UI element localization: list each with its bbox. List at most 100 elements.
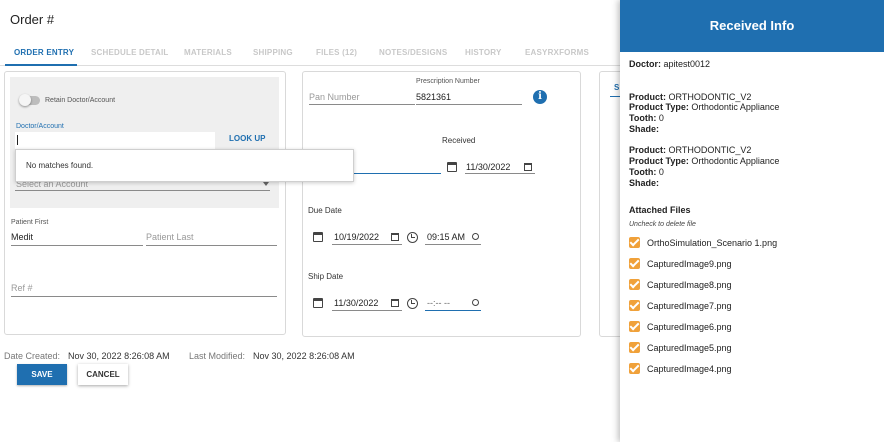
file-checkbox[interactable]	[629, 342, 640, 353]
file-name: CapturedImage7.png	[647, 301, 732, 311]
ref-underline	[11, 296, 277, 297]
doctor-patient-card: Retain Doctor/Account Doctor/Account LOO…	[4, 71, 286, 335]
product-2-name: Product: ORTHODONTIC_V2	[629, 145, 751, 155]
product-type-value: Orthodontic Appliance	[691, 156, 780, 166]
clock-icon[interactable]	[407, 232, 418, 243]
tooth-label: Tooth:	[629, 167, 657, 177]
ship-time-input[interactable]: --:-- --	[427, 298, 450, 308]
time-picker-icon[interactable]	[472, 233, 479, 240]
date-picker-icon[interactable]	[391, 233, 399, 241]
dates-card: Pan Number Prescription Number 5821361 i…	[302, 71, 581, 337]
panel-doctor: Doctor: apitest0012	[629, 59, 710, 69]
product-2-shade: Shade:	[629, 178, 659, 188]
pan-number-underline	[309, 104, 415, 105]
tab-history[interactable]: HISTORY	[465, 48, 502, 57]
cancel-button[interactable]: CANCEL	[78, 364, 128, 385]
tab-easyrxforms[interactable]: EASYRXFORMS	[525, 48, 589, 57]
no-matches-text: No matches found.	[26, 161, 94, 170]
ship-date-input[interactable]: 11/30/2022	[334, 298, 378, 308]
date-created: Date Created: Nov 30, 2022 8:26:08 AM	[4, 351, 170, 361]
date-created-label: Date Created:	[4, 351, 61, 361]
file-name: CapturedImage5.png	[647, 343, 732, 353]
patient-first-underline	[11, 245, 143, 246]
last-modified-label: Last Modified:	[189, 351, 246, 361]
last-modified-value: Nov 30, 2022 8:26:08 AM	[253, 351, 355, 361]
file-checkbox[interactable]	[629, 300, 640, 311]
active-tab-indicator	[5, 64, 77, 66]
date-picker-icon[interactable]	[524, 163, 532, 171]
last-modified: Last Modified: Nov 30, 2022 8:26:08 AM	[189, 351, 355, 361]
patient-first-input[interactable]: Medit	[11, 232, 33, 242]
file-checkbox[interactable]	[629, 237, 640, 248]
shade-label: Shade:	[629, 178, 660, 188]
patient-last-underline	[146, 245, 277, 246]
attached-files-title: Attached Files	[629, 205, 691, 215]
date-picker-icon[interactable]	[391, 299, 399, 307]
file-name: CapturedImage4.png	[647, 364, 732, 374]
chevron-down-icon	[263, 182, 269, 186]
panel-doctor-label: Doctor:	[629, 59, 661, 69]
received-info-panel: Received Info Doctor: apitest0012 Produc…	[620, 0, 884, 442]
tooth-value: 0	[658, 167, 664, 177]
due-date-label: Due Date	[308, 206, 342, 215]
patient-last-input[interactable]: Patient Last	[146, 232, 194, 242]
product-label: Product:	[629, 92, 666, 102]
tab-order-entry[interactable]: ORDER ENTRY	[14, 48, 74, 57]
third-card-tab[interactable]: S	[614, 83, 620, 92]
time-picker-icon[interactable]	[472, 299, 479, 306]
ship-time-underline	[425, 310, 481, 311]
received-date-input[interactable]: 11/30/2022	[466, 162, 510, 172]
file-checkbox[interactable]	[629, 279, 640, 290]
prescription-number-input[interactable]: 5821361	[416, 92, 451, 102]
due-time-input[interactable]: 09:15 AM	[427, 232, 465, 242]
tab-files[interactable]: FILES (12)	[316, 48, 357, 57]
patient-first-label: Patient First	[11, 219, 49, 226]
product-2-tooth: Tooth: 0	[629, 167, 664, 177]
ref-input[interactable]: Ref #	[11, 283, 33, 293]
date-created-value: Nov 30, 2022 8:26:08 AM	[68, 351, 170, 361]
file-name: CapturedImage8.png	[647, 280, 732, 290]
ship-date-underline	[332, 310, 402, 311]
product-1-type: Product Type: Orthodontic Appliance	[629, 102, 779, 112]
due-date-underline	[332, 244, 402, 245]
calendar-icon[interactable]	[313, 232, 323, 242]
prescription-number-underline	[416, 104, 522, 105]
product-value: ORTHODONTIC_V2	[668, 92, 752, 102]
doctor-suggestions-dropdown: No matches found.	[15, 149, 354, 182]
panel-title: Received Info	[620, 0, 884, 52]
product-label: Product:	[629, 145, 666, 155]
order-screen: Order # ORDER ENTRY SCHEDULE DETAIL MATE…	[0, 0, 884, 442]
tab-shipping[interactable]: SHIPPING	[253, 48, 293, 57]
tooth-label: Tooth:	[629, 113, 657, 123]
retain-doctor-toggle[interactable]	[19, 94, 40, 106]
tab-bar: ORDER ENTRY SCHEDULE DETAIL MATERIALS SH…	[0, 40, 620, 66]
product-1-shade: Shade:	[629, 124, 659, 134]
file-checkbox[interactable]	[629, 258, 640, 269]
clock-icon[interactable]	[407, 298, 418, 309]
tab-notes-designs[interactable]: NOTES/DESIGNS	[379, 48, 447, 57]
received-label: Received	[442, 136, 476, 145]
product-1-tooth: Tooth: 0	[629, 113, 664, 123]
file-name: OrthoSimulation_Scenario 1.png	[647, 238, 778, 248]
calendar-icon[interactable]	[447, 162, 457, 172]
file-checkbox[interactable]	[629, 363, 640, 374]
calendar-icon[interactable]	[313, 298, 323, 308]
product-1-name: Product: ORTHODONTIC_V2	[629, 92, 751, 102]
doctor-account-input[interactable]	[15, 132, 215, 149]
lookup-button[interactable]: LOOK UP	[229, 134, 265, 143]
product-value: ORTHODONTIC_V2	[668, 145, 752, 155]
file-checkbox[interactable]	[629, 321, 640, 332]
info-icon[interactable]: i	[533, 90, 547, 104]
due-date-input[interactable]: 10/19/2022	[334, 232, 379, 242]
doctor-account-label: Doctor/Account	[16, 123, 64, 130]
pan-number-input[interactable]: Pan Number	[309, 92, 360, 102]
product-type-label: Product Type:	[629, 156, 689, 166]
tab-materials[interactable]: MATERIALS	[184, 48, 232, 57]
tooth-value: 0	[658, 113, 664, 123]
received-date-underline	[465, 173, 535, 174]
save-button[interactable]: SAVE	[17, 364, 67, 385]
product-2-type: Product Type: Orthodontic Appliance	[629, 156, 779, 166]
tab-schedule-detail[interactable]: SCHEDULE DETAIL	[91, 48, 169, 57]
panel-doctor-value: apitest0012	[663, 59, 711, 69]
ship-date-label: Ship Date	[308, 272, 344, 281]
